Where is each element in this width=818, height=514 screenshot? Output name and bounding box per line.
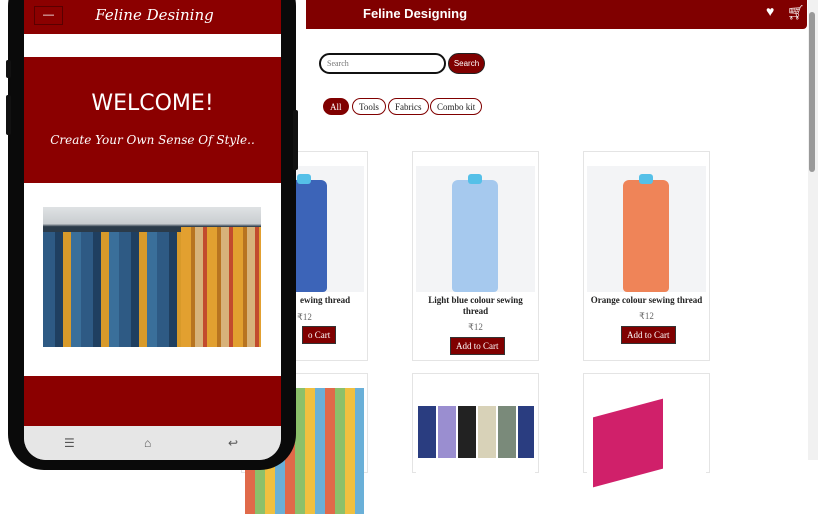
product-image — [416, 388, 535, 514]
product-price: ₹12 — [468, 322, 483, 332]
product-card: Light blue colour sewing thread ₹12 Add … — [412, 151, 539, 361]
phone-screen: — Feline Desining WELCOME! Create Your O… — [24, 0, 281, 460]
phone-title: Feline Desining — [95, 6, 214, 24]
menu-icon[interactable]: ☰ — [64, 436, 75, 451]
clothing-rack-image — [43, 207, 261, 347]
phone-header: — Feline Desining — [24, 0, 281, 34]
home-icon[interactable]: ⌂ — [144, 436, 151, 451]
product-card — [583, 373, 710, 514]
android-nav-bar: ☰ ⌂ ↩ — [24, 426, 281, 460]
add-to-cart-button[interactable]: o Cart — [302, 326, 337, 344]
add-to-cart-button[interactable]: Add to Cart — [450, 337, 505, 355]
product-card — [412, 373, 539, 514]
product-name: Light blue colour sewing thread — [428, 295, 523, 316]
welcome-heading: WELCOME! — [91, 91, 214, 116]
tagline: Create Your Own Sense Of Style.. — [50, 133, 255, 147]
search-button[interactable]: Search — [448, 53, 485, 74]
welcome-banner: WELCOME! Create Your Own Sense Of Style.… — [24, 57, 281, 183]
filter-tools[interactable]: Tools — [352, 98, 386, 115]
product-price: ₹12 — [639, 311, 654, 321]
site-header: Feline Designing ♥ 🛒︎ — [306, 0, 807, 29]
product-image — [416, 166, 535, 292]
filter-combo-kit[interactable]: Combo kit — [430, 98, 483, 115]
scrollbar[interactable] — [808, 0, 818, 460]
filter-fabrics[interactable]: Fabrics — [388, 98, 429, 115]
add-to-cart-button[interactable]: Add to Cart — [621, 326, 676, 344]
search-input[interactable] — [319, 53, 446, 74]
product-card: Orange colour sewing thread ₹12 Add to C… — [583, 151, 710, 361]
phone-button — [293, 110, 298, 170]
product-name: Orange colour sewing thread — [590, 295, 703, 305]
product-image — [587, 388, 706, 514]
product-image — [587, 166, 706, 292]
heart-icon[interactable]: ♥ — [766, 5, 774, 21]
footer-band — [24, 376, 281, 426]
site-title: Feline Designing — [363, 6, 468, 21]
filter-all[interactable]: All — [323, 98, 349, 115]
phone-button — [6, 60, 11, 78]
phone-button — [6, 95, 11, 135]
back-icon[interactable]: ↩ — [228, 436, 238, 451]
scrollbar-thumb[interactable] — [809, 12, 815, 172]
cart-icon[interactable]: 🛒︎ — [787, 5, 805, 22]
